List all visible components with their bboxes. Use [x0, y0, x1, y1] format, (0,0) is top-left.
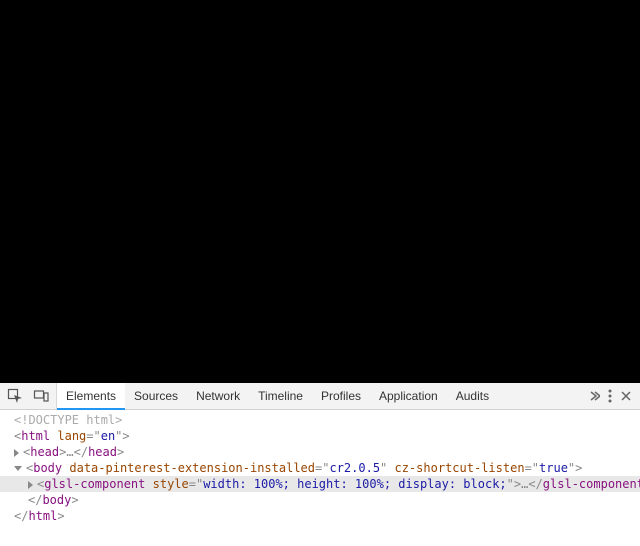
attr-val: true [539, 461, 568, 475]
tab-application[interactable]: Application [370, 383, 447, 409]
collapse-arrow-icon[interactable] [14, 466, 22, 471]
punct: =" [315, 461, 329, 475]
tag-name: head [30, 445, 59, 459]
tag-name: glsl-component [543, 477, 640, 491]
page-viewport [0, 0, 640, 383]
dom-body-open[interactable]: <body data-pinterest-extension-installed… [0, 460, 640, 476]
tag-name: glsl-component [44, 477, 145, 491]
tab-label: Profiles [321, 389, 361, 403]
dom-glsl-component[interactable]: <glsl-component style="width: 100%; heig… [0, 476, 640, 492]
punct: =" [86, 429, 100, 443]
punct: " [507, 477, 514, 491]
dom-body-close[interactable]: </body> [0, 492, 640, 508]
expand-arrow-icon[interactable] [28, 481, 33, 489]
tab-profiles[interactable]: Profiles [312, 383, 370, 409]
dom-html-open[interactable]: <html lang="en"> [0, 428, 640, 444]
punct: =" [525, 461, 539, 475]
punct: > [71, 493, 78, 507]
dom-head[interactable]: <head>…</head> [0, 444, 640, 460]
toolbar-left-group [0, 383, 57, 409]
doctype-text: <!DOCTYPE html> [14, 413, 122, 427]
punct: > [57, 509, 64, 523]
tag-name: html [21, 429, 50, 443]
attr-name: data-pinterest-extension-installed [62, 461, 315, 475]
attr-val: width: 100%; height: 100%; display: bloc… [203, 477, 506, 491]
punct: =" [189, 477, 203, 491]
tab-label: Timeline [258, 389, 303, 403]
overflow-tabs-icon[interactable] [588, 390, 600, 402]
inspect-element-icon[interactable] [6, 387, 24, 405]
tab-label: Audits [456, 389, 489, 403]
attr-val: en [101, 429, 115, 443]
dom-tree[interactable]: <!DOCTYPE html> <html lang="en"> <head>…… [0, 410, 640, 546]
tab-label: Network [196, 389, 240, 403]
tab-elements[interactable]: Elements [57, 383, 125, 410]
tab-audits[interactable]: Audits [447, 383, 498, 409]
kebab-menu-icon[interactable] [608, 389, 612, 403]
attr-name: lang [50, 429, 86, 443]
tag-name: body [42, 493, 71, 507]
tab-label: Sources [134, 389, 178, 403]
punct: > [575, 461, 582, 475]
tab-network[interactable]: Network [187, 383, 249, 409]
dom-doctype[interactable]: <!DOCTYPE html> [0, 412, 640, 428]
punct: > [117, 445, 124, 459]
tab-label: Elements [66, 389, 116, 403]
punct: > [122, 429, 129, 443]
punct: </ [528, 477, 542, 491]
punct: </ [14, 509, 28, 523]
tag-name: head [88, 445, 117, 459]
tag-name: html [28, 509, 57, 523]
punct: </ [74, 445, 88, 459]
attr-name: cz-shortcut-listen [387, 461, 524, 475]
close-icon[interactable] [620, 390, 632, 402]
devtools-panel: Elements Sources Network Timeline Profil… [0, 383, 640, 546]
devtools-toolbar: Elements Sources Network Timeline Profil… [0, 383, 640, 410]
ellipsis: … [66, 445, 73, 459]
devtools-tabs: Elements Sources Network Timeline Profil… [57, 383, 498, 409]
tag-name: body [33, 461, 62, 475]
dom-html-close[interactable]: </html> [0, 508, 640, 524]
expand-arrow-icon[interactable] [14, 449, 19, 457]
attr-val: cr2.0.5 [329, 461, 380, 475]
device-toolbar-icon[interactable] [32, 387, 50, 405]
toolbar-right-group [580, 383, 640, 409]
tab-sources[interactable]: Sources [125, 383, 187, 409]
punct: </ [28, 493, 42, 507]
attr-name: style [145, 477, 188, 491]
tab-label: Application [379, 389, 438, 403]
tab-timeline[interactable]: Timeline [249, 383, 312, 409]
